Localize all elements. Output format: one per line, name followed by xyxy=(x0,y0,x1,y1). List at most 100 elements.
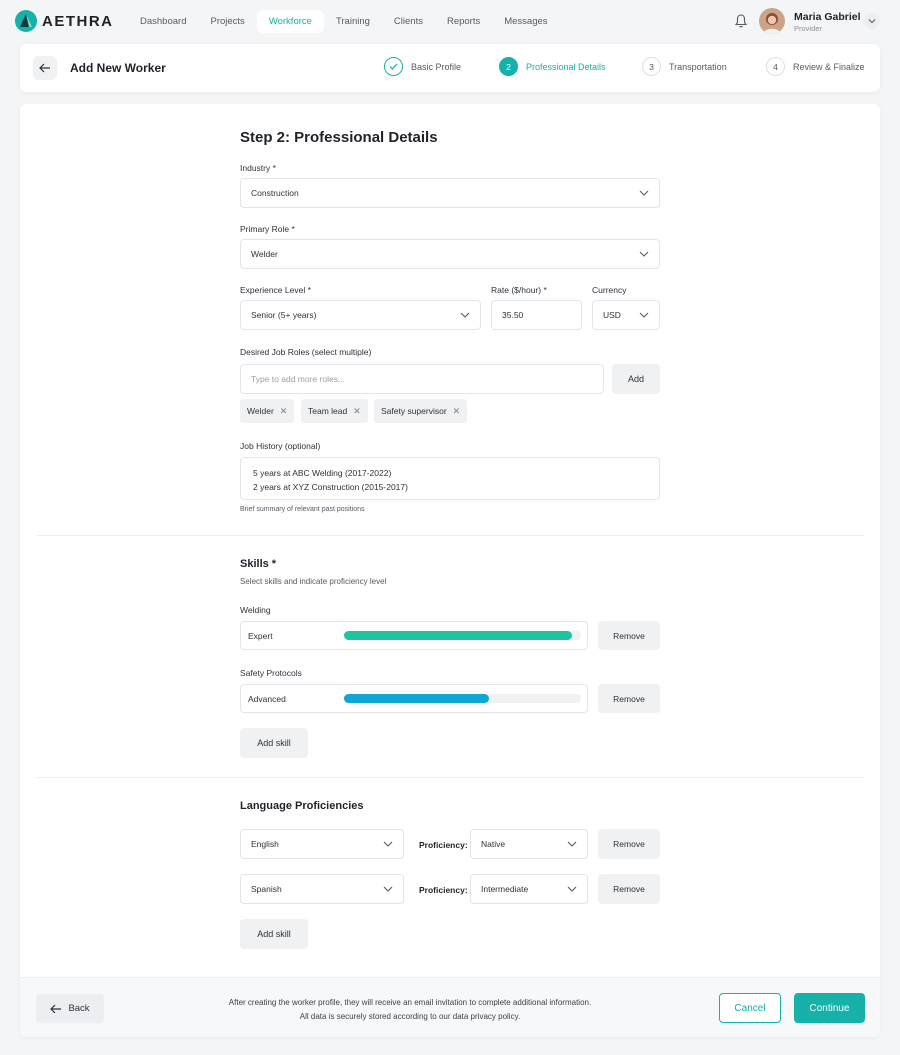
remove-skill-button[interactable]: Remove xyxy=(598,684,660,713)
footer-note-line: After creating the worker profile, they … xyxy=(228,998,592,1007)
user-name: Maria Gabriel xyxy=(794,11,861,23)
rate-label: Rate ($/hour) * xyxy=(491,285,547,295)
skill-row-safety-protocols: Advanced xyxy=(240,684,588,713)
proficiency-value: Native xyxy=(481,839,506,849)
form-footer: Back After creating the worker profile, … xyxy=(20,977,880,1037)
close-icon[interactable]: ✕ xyxy=(280,406,288,417)
wizard-header: Add New Worker Basic Profile 2 Professio… xyxy=(20,44,880,92)
role-tag-team-lead: Team lead ✕ xyxy=(301,399,368,423)
add-role-button[interactable]: Add xyxy=(612,364,660,394)
continue-button[interactable]: Continue xyxy=(794,993,865,1023)
header-back-button[interactable] xyxy=(33,56,57,80)
proficiency-select-spanish[interactable]: Intermediate xyxy=(470,874,588,904)
rate-value: 35.50 xyxy=(502,310,524,320)
user-menu-toggle[interactable] xyxy=(864,13,880,29)
chevron-down-icon xyxy=(639,312,649,318)
primary-role-value: Welder xyxy=(251,249,278,259)
tag-label: Safety supervisor xyxy=(381,406,447,416)
language-value: English xyxy=(251,839,279,849)
proficiency-label: Proficiency: xyxy=(419,840,468,850)
arrow-left-icon xyxy=(50,1004,62,1013)
chevron-down-icon xyxy=(567,886,577,892)
step-professional-details[interactable]: 2 Professional Details xyxy=(499,57,606,76)
experience-value: Senior (5+ years) xyxy=(251,310,317,320)
rate-input[interactable]: 35.50 xyxy=(491,300,582,330)
user-avatar[interactable] xyxy=(759,8,785,34)
skill-level: Advanced xyxy=(248,694,286,704)
step-complete-indicator xyxy=(384,57,403,76)
currency-select[interactable]: USD xyxy=(592,300,660,330)
skill-name-welding: Welding xyxy=(240,605,271,615)
primary-role-label: Primary Role * xyxy=(240,224,295,234)
job-history-line: 5 years at ABC Welding (2017-2022) xyxy=(253,468,392,478)
nav-dashboard[interactable]: Dashboard xyxy=(128,10,198,33)
job-history-textarea[interactable]: 5 years at ABC Welding (2017-2022) 2 yea… xyxy=(240,457,660,500)
nav-messages[interactable]: Messages xyxy=(492,10,559,33)
form-title: Step 2: Professional Details xyxy=(240,129,438,146)
language-value: Spanish xyxy=(251,884,282,894)
top-navigation: AETHRA Dashboard Projects Workforce Trai… xyxy=(0,0,900,42)
proficiency-select-english[interactable]: Native xyxy=(470,829,588,859)
nav-training[interactable]: Training xyxy=(324,10,382,33)
nav-projects[interactable]: Projects xyxy=(198,10,256,33)
step-basic-profile[interactable]: Basic Profile xyxy=(384,57,461,76)
step-label: Transportation xyxy=(669,61,727,72)
step-label: Professional Details xyxy=(526,61,606,72)
cancel-button[interactable]: Cancel xyxy=(719,993,781,1023)
job-history-hint: Brief summary of relevant past positions xyxy=(240,506,365,513)
add-language-button[interactable]: Add skill xyxy=(240,919,308,949)
role-tag-welder: Welder ✕ xyxy=(240,399,295,423)
skill-row-welding: Expert xyxy=(240,621,588,650)
user-role: Provider xyxy=(794,24,822,33)
page-title: Add New Worker xyxy=(70,61,166,75)
skill-level: Expert xyxy=(248,631,273,641)
close-icon[interactable]: ✕ xyxy=(453,406,461,417)
step-transportation[interactable]: 3 Transportation xyxy=(642,57,727,76)
section-divider xyxy=(36,777,864,778)
form-card: Step 2: Professional Details Industry * … xyxy=(20,104,880,1037)
main-nav: Dashboard Projects Workforce Training Cl… xyxy=(128,10,560,33)
remove-language-button[interactable]: Remove xyxy=(598,874,660,904)
experience-select[interactable]: Senior (5+ years) xyxy=(240,300,481,330)
currency-value: USD xyxy=(603,310,621,320)
close-icon[interactable]: ✕ xyxy=(353,406,361,417)
step-review-finalize[interactable]: 4 Review & Finalize xyxy=(766,57,865,76)
skill-name-safety-protocols: Safety Protocols xyxy=(240,668,302,678)
chevron-down-icon xyxy=(567,841,577,847)
tag-label: Team lead xyxy=(308,406,348,416)
language-select-english[interactable]: English xyxy=(240,829,404,859)
step-label: Basic Profile xyxy=(411,61,462,72)
industry-select[interactable]: Construction xyxy=(240,178,660,208)
skill-proficiency-track[interactable] xyxy=(344,631,581,640)
currency-label: Currency xyxy=(592,285,627,295)
tag-label: Welder xyxy=(247,406,274,416)
desired-roles-input[interactable]: Type to add more roles... xyxy=(240,364,604,394)
brand-logo[interactable]: AETHRA xyxy=(15,10,114,32)
proficiency-label: Proficiency: xyxy=(419,885,468,895)
role-tag-safety-supervisor: Safety supervisor ✕ xyxy=(374,399,468,423)
chevron-down-icon xyxy=(383,841,393,847)
desired-roles-label: Desired Job Roles (select multiple) xyxy=(240,347,372,357)
skill-proficiency-fill xyxy=(344,694,489,703)
remove-skill-button[interactable]: Remove xyxy=(598,621,660,650)
remove-language-button[interactable]: Remove xyxy=(598,829,660,859)
primary-role-select[interactable]: Welder xyxy=(240,239,660,269)
skill-proficiency-track[interactable] xyxy=(344,694,581,703)
desired-roles-placeholder: Type to add more roles... xyxy=(251,374,346,384)
add-skill-button[interactable]: Add skill xyxy=(240,728,308,758)
footer-note-line: All data is securely stored according to… xyxy=(299,1012,521,1021)
step-number: 3 xyxy=(642,57,661,76)
notification-bell-icon[interactable] xyxy=(733,13,749,29)
job-history-line: 2 years at XYZ Construction (2015-2017) xyxy=(253,482,408,492)
logo-mark-icon xyxy=(15,10,37,32)
job-history-label: Job History (optional) xyxy=(240,441,321,451)
nav-reports[interactable]: Reports xyxy=(435,10,492,33)
back-button[interactable]: Back xyxy=(36,994,104,1023)
chevron-down-icon xyxy=(460,312,470,318)
skill-proficiency-fill xyxy=(344,631,572,640)
brand-name: AETHRA xyxy=(42,12,114,30)
nav-workforce[interactable]: Workforce xyxy=(256,10,324,33)
skills-title: Skills * xyxy=(240,558,277,570)
nav-clients[interactable]: Clients xyxy=(382,10,435,33)
language-select-spanish[interactable]: Spanish xyxy=(240,874,404,904)
